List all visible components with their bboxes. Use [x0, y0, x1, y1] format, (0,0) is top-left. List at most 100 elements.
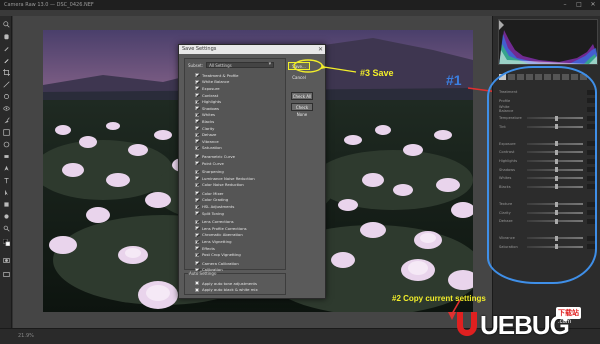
option-checkbox[interactable]	[195, 246, 199, 251]
setting-option[interactable]: Shadows	[195, 105, 285, 112]
zoom-tool-icon[interactable]	[2, 20, 10, 28]
setting-option[interactable]: Color Noise Reduction	[195, 182, 285, 189]
option-checkbox[interactable]	[195, 93, 199, 98]
option-checkbox[interactable]	[195, 73, 199, 78]
setting-option[interactable]: Highlights	[195, 98, 285, 105]
graduated-filter-icon[interactable]	[2, 128, 10, 136]
option-label: Chromatic Aberration	[202, 232, 243, 238]
crop-tool-icon[interactable]	[2, 68, 10, 76]
setting-option[interactable]: Post Crop Vignetting	[195, 251, 285, 258]
setting-option[interactable]: Point Curve	[195, 160, 285, 167]
color-sampler-icon[interactable]	[2, 56, 10, 64]
setting-option[interactable]: Saturation	[195, 145, 285, 152]
option-checkbox[interactable]	[195, 154, 199, 159]
eraser-icon[interactable]	[2, 152, 10, 160]
setting-option[interactable]: Lens Profile Corrections	[195, 225, 285, 232]
option-checkbox[interactable]	[195, 99, 199, 104]
option-checkbox[interactable]	[195, 287, 199, 292]
option-checkbox[interactable]	[195, 204, 199, 209]
zoom-small-icon[interactable]	[2, 224, 10, 232]
setting-option[interactable]: HSL Adjustments	[195, 203, 285, 210]
setting-option[interactable]: Lens Corrections	[195, 218, 285, 225]
setting-option[interactable]: Exposure	[195, 85, 285, 92]
option-checkbox[interactable]	[195, 126, 199, 131]
setting-option[interactable]: Apply auto black & white mix	[195, 287, 285, 294]
white-balance-tool-icon[interactable]	[2, 44, 10, 52]
option-checkbox[interactable]	[195, 106, 199, 111]
setting-option[interactable]: Blacks	[195, 118, 285, 125]
option-label: Point Curve	[202, 160, 224, 166]
maximize-button[interactable]: □	[574, 0, 584, 10]
option-checkbox[interactable]	[195, 112, 199, 117]
option-checkbox[interactable]	[195, 219, 199, 224]
option-checkbox[interactable]	[195, 281, 199, 286]
setting-option[interactable]: Chromatic Aberration	[195, 232, 285, 239]
setting-option[interactable]: Vibrance	[195, 138, 285, 145]
setting-option[interactable]: Camera Calibration	[195, 260, 285, 267]
setting-option[interactable]: Lens Vignetting	[195, 238, 285, 245]
option-checkbox[interactable]	[195, 182, 199, 187]
color-swatch-icon[interactable]	[2, 238, 10, 246]
option-checkbox[interactable]	[195, 176, 199, 181]
setting-option[interactable]: Treatment & Profile	[195, 72, 285, 79]
option-label: Whites	[202, 112, 216, 118]
zoom-level[interactable]: 21.9%	[18, 333, 34, 339]
option-checkbox[interactable]	[195, 232, 199, 237]
setting-option[interactable]: Luminance Noise Reduction	[195, 175, 285, 182]
check-none-button[interactable]: Check None	[291, 103, 313, 117]
option-checkbox[interactable]	[195, 139, 199, 144]
setting-option[interactable]: Contrast	[195, 92, 285, 99]
hand-pan-icon[interactable]	[2, 212, 10, 220]
option-label: Dehaze	[202, 132, 217, 138]
option-label: Color Noise Reduction	[202, 182, 244, 188]
straighten-tool-icon[interactable]	[2, 80, 10, 88]
path-select-icon[interactable]	[2, 188, 10, 196]
type-tool-icon[interactable]	[2, 176, 10, 184]
option-checkbox[interactable]	[195, 169, 199, 174]
setting-option[interactable]: Sharpening	[195, 168, 285, 175]
setting-option[interactable]: Apply auto tone adjustments	[195, 280, 285, 287]
option-checkbox[interactable]	[195, 145, 199, 150]
option-label: Highlights	[202, 99, 222, 105]
dialog-close-icon[interactable]: ✕	[318, 45, 323, 54]
option-checkbox[interactable]	[195, 239, 199, 244]
option-checkbox[interactable]	[195, 191, 199, 196]
minimize-button[interactable]: –	[560, 0, 570, 10]
check-all-button[interactable]: Check All	[291, 92, 313, 100]
option-checkbox[interactable]	[195, 197, 199, 202]
title-bar: Camera Raw 13.0 — DSC_0426.NEF – □ ✕	[0, 0, 600, 10]
setting-option[interactable]: Dehaze	[195, 131, 285, 138]
subset-row: Subset: All Settings	[188, 62, 275, 68]
pen-icon[interactable]	[2, 164, 10, 172]
close-window-button[interactable]: ✕	[588, 0, 598, 10]
option-checkbox[interactable]	[195, 86, 199, 91]
setting-option[interactable]: Color Mixer	[195, 190, 285, 197]
subset-dropdown[interactable]: All Settings	[206, 62, 275, 68]
setting-option[interactable]: Split Toning	[195, 210, 285, 217]
setting-option[interactable]: White Balance	[195, 79, 285, 86]
spot-removal-icon[interactable]	[2, 92, 10, 100]
histogram	[498, 19, 598, 65]
option-checkbox[interactable]	[195, 226, 199, 231]
setting-option[interactable]: Parametric Curve	[195, 153, 285, 160]
option-checkbox[interactable]	[195, 252, 199, 257]
setting-option[interactable]: Effects	[195, 245, 285, 252]
option-checkbox[interactable]	[195, 79, 199, 84]
quick-mask-icon[interactable]	[2, 256, 10, 264]
screen-mode-icon[interactable]	[2, 270, 10, 278]
shape-tool-icon[interactable]	[2, 200, 10, 208]
option-checkbox[interactable]	[195, 161, 199, 166]
setting-option[interactable]: Color Grading	[195, 197, 285, 204]
setting-option[interactable]: Clarity	[195, 125, 285, 132]
option-checkbox[interactable]	[195, 261, 199, 266]
hand-tool-icon[interactable]	[2, 32, 10, 40]
setting-option[interactable]: Whites	[195, 112, 285, 119]
red-eye-icon[interactable]	[2, 104, 10, 112]
option-checkbox[interactable]	[195, 132, 199, 137]
option-label: Lens Profile Corrections	[202, 225, 247, 231]
option-checkbox[interactable]	[195, 211, 199, 216]
save-annotation: #3 Save	[360, 68, 394, 78]
option-checkbox[interactable]	[195, 119, 199, 124]
adjustment-brush-icon[interactable]	[2, 116, 10, 124]
radial-filter-icon[interactable]	[2, 140, 10, 148]
